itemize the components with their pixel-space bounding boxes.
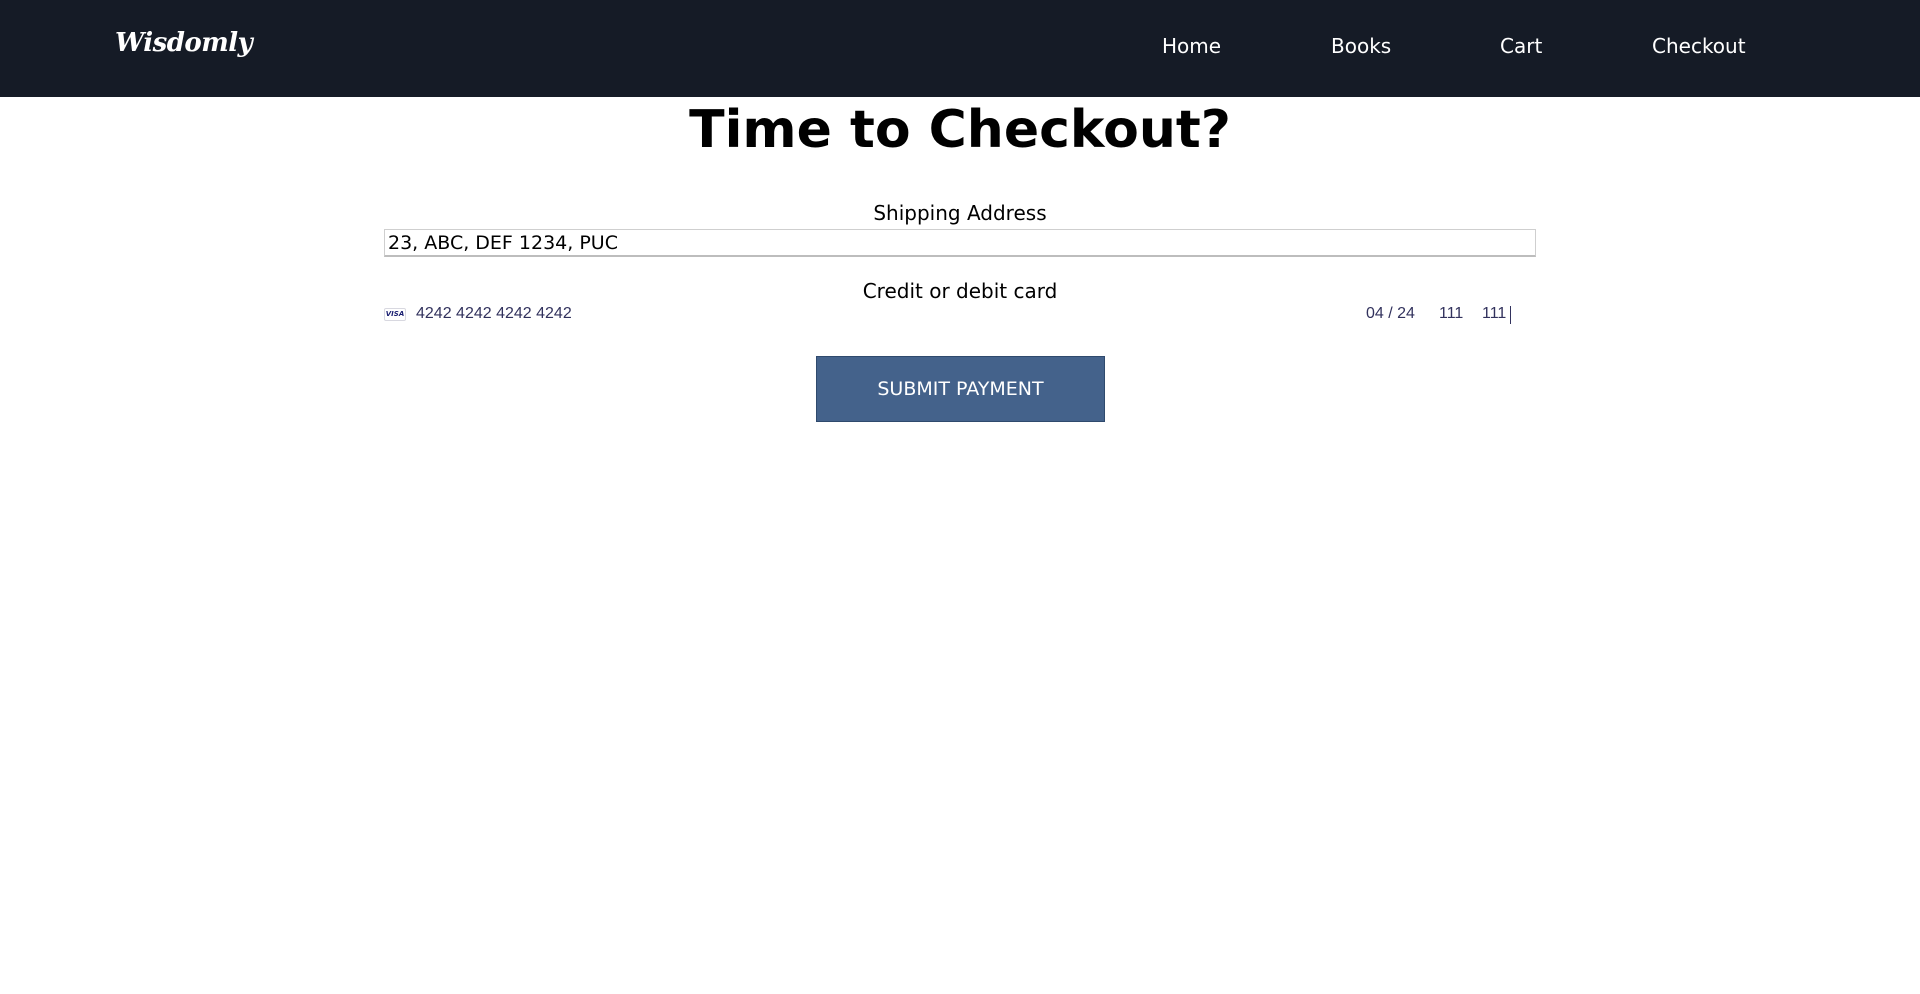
card-number-field[interactable]: 4242 4242 4242 4242 xyxy=(416,305,572,323)
brand-logo[interactable]: Wisdomly xyxy=(115,28,253,58)
card-expiry-field[interactable]: 04 / 24 xyxy=(1366,305,1415,323)
card-label: Credit or debit card xyxy=(862,279,1058,303)
card-element[interactable]: VISA 4242 4242 4242 4242 04 / 24 111 111 xyxy=(384,303,1536,325)
shipping-address-label: Shipping Address xyxy=(873,201,1047,225)
visa-icon: VISA xyxy=(384,308,406,321)
nav-checkout-link[interactable]: Checkout xyxy=(1652,34,1746,58)
text-caret xyxy=(1510,306,1511,324)
nav-home-link[interactable]: Home xyxy=(1162,34,1221,58)
shipping-address-input[interactable] xyxy=(384,229,1536,257)
nav-books-link[interactable]: Books xyxy=(1331,34,1391,58)
nav-cart-link[interactable]: Cart xyxy=(1500,34,1542,58)
card-zip-field[interactable]: 111 xyxy=(1482,305,1506,323)
page-title: Time to Checkout? xyxy=(689,100,1231,160)
submit-payment-button[interactable]: SUBMIT PAYMENT xyxy=(816,356,1105,422)
card-cvc-field[interactable]: 111 xyxy=(1439,305,1463,323)
navbar: Wisdomly Home Books Cart Checkout xyxy=(0,0,1920,97)
